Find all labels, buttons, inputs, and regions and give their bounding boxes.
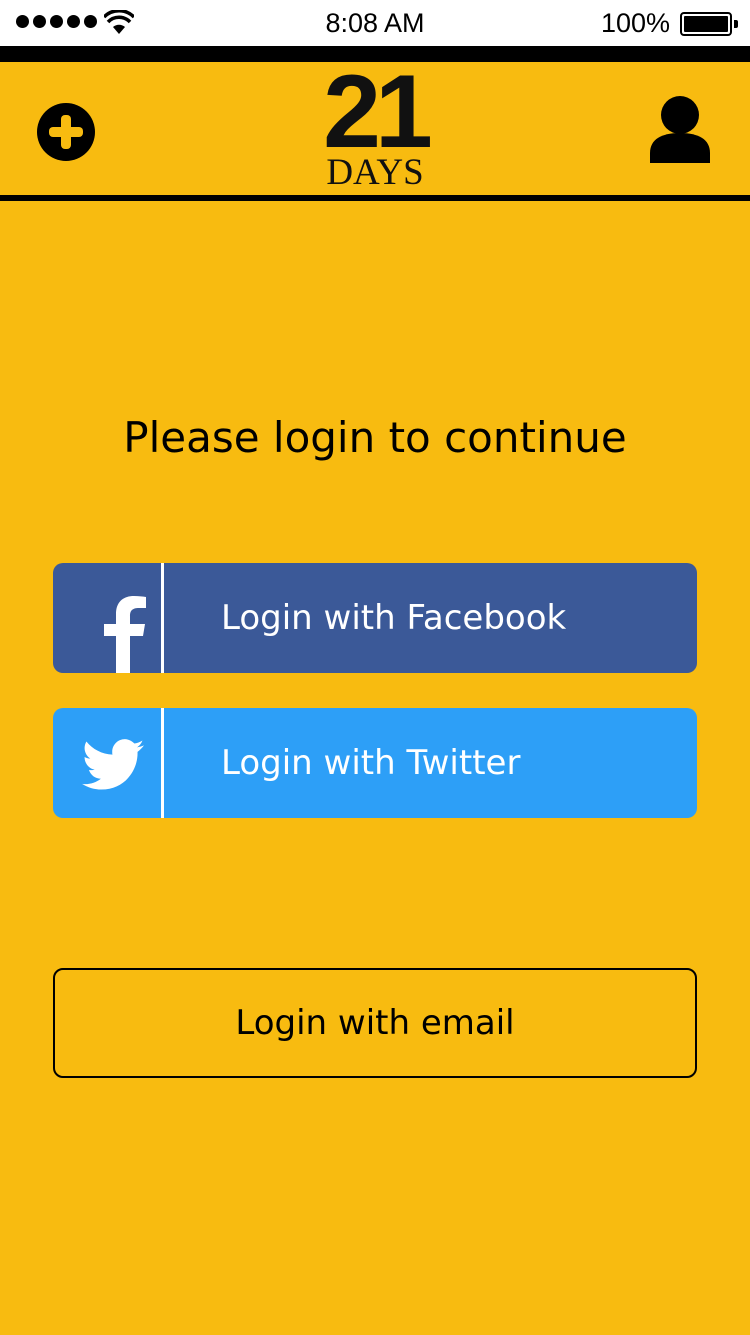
nav-bar: 21 DAYS [0,54,750,195]
login-email-button[interactable]: Login with email [53,968,697,1078]
button-divider [161,708,164,818]
logo-number: 21 [323,54,433,170]
facebook-button-label: Login with Facebook [221,598,567,638]
twitter-button-label: Login with Twitter [221,743,521,783]
login-screen: 8:08 AM 100% 21 DAYS Please login to con… [0,0,750,1335]
login-prompt: Please login to continue [123,413,627,462]
login-facebook-button[interactable]: Login with Facebook [53,563,697,673]
button-divider [161,563,164,673]
status-bar: 8:08 AM 100% [0,0,750,46]
user-profile-icon[interactable] [648,95,712,163]
facebook-icon [104,596,146,673]
login-twitter-button[interactable]: Login with Twitter [53,708,697,818]
plus-circle-icon[interactable] [37,103,95,161]
app-logo: 21 DAYS [300,54,450,191]
nav-bottom-rule [0,195,750,201]
twitter-bird-icon [82,739,144,790]
battery-icon [680,12,738,36]
battery-percentage: 100% [600,8,670,38]
